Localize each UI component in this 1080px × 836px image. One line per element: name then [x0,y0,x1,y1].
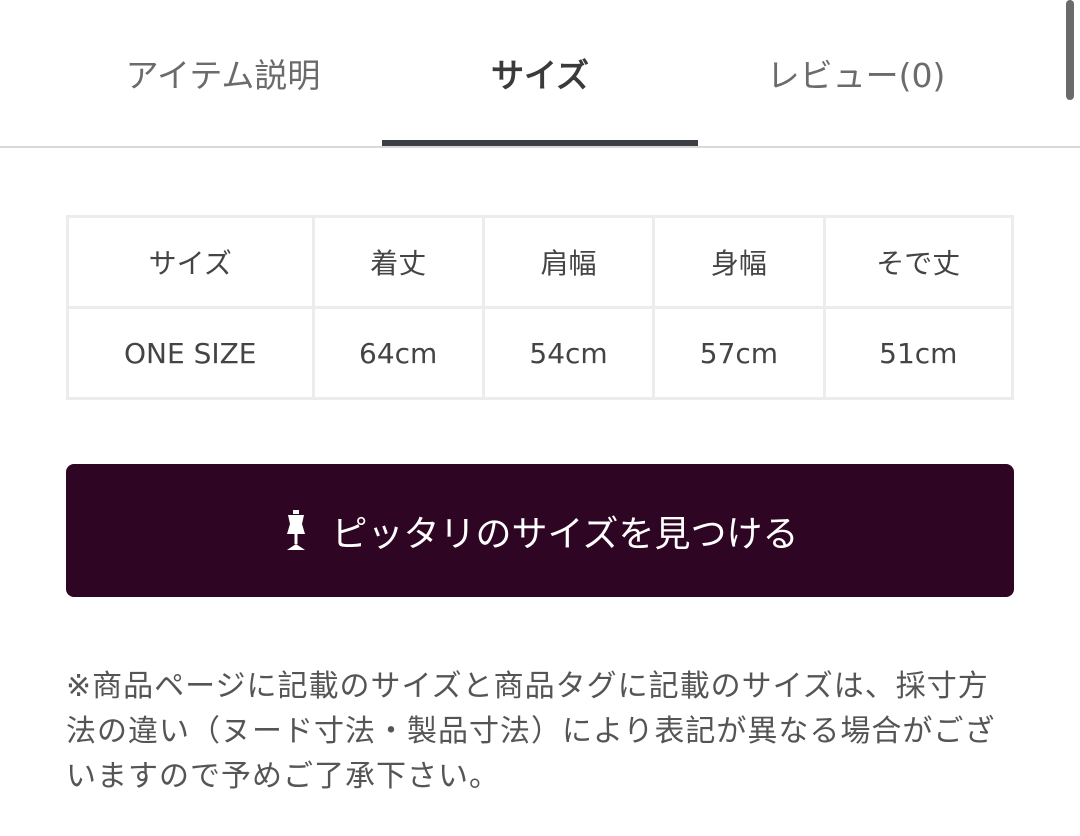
tab-label: アイテム説明 [125,56,321,95]
table-row: ONE SIZE 64cm 54cm 57cm 51cm [66,306,1015,400]
table-cell: ONE SIZE [66,306,315,400]
tab-size[interactable]: サイズ [382,0,698,146]
table-header-cell: サイズ [66,215,315,309]
table-cell: 57cm [652,306,826,400]
find-fit-size-button[interactable]: ピッタリのサイズを見つける [66,464,1014,597]
find-fit-size-label: ピッタリのサイズを見つける [331,513,799,555]
table-header-cell: そで丈 [822,215,1015,309]
table-cell: 54cm [481,306,656,400]
table-cell: 51cm [822,306,1015,400]
table-cell: 64cm [311,306,485,400]
tab-reviews[interactable]: レビュー(0) [698,0,1014,146]
size-disclaimer-note: ※商品ページに記載のサイズと商品タグに記載のサイズは、採寸方法の違い（ヌード寸法… [66,669,996,794]
tab-label: サイズ [490,56,589,95]
dress-form-icon [282,509,310,552]
tab-item-description[interactable]: アイテム説明 [64,0,382,146]
tab-bar: アイテム説明 サイズ レビュー(0) [0,0,1080,148]
size-table: サイズ 着丈 肩幅 身幅 そで丈 ONE SIZE 64cm 54cm 57cm… [66,215,1015,400]
product-size-panel: アイテム説明 サイズ レビュー(0) サイズ 着丈 肩幅 身幅 そで丈 ONE … [0,0,1080,836]
scrollbar[interactable] [1066,0,1074,100]
table-header-cell: 着丈 [311,215,485,309]
active-tab-indicator [382,140,698,146]
table-header-row: サイズ 着丈 肩幅 身幅 そで丈 [66,215,1015,309]
tab-label: レビュー(0) [766,56,946,95]
table-header-cell: 肩幅 [481,215,656,309]
table-header-cell: 身幅 [652,215,826,309]
